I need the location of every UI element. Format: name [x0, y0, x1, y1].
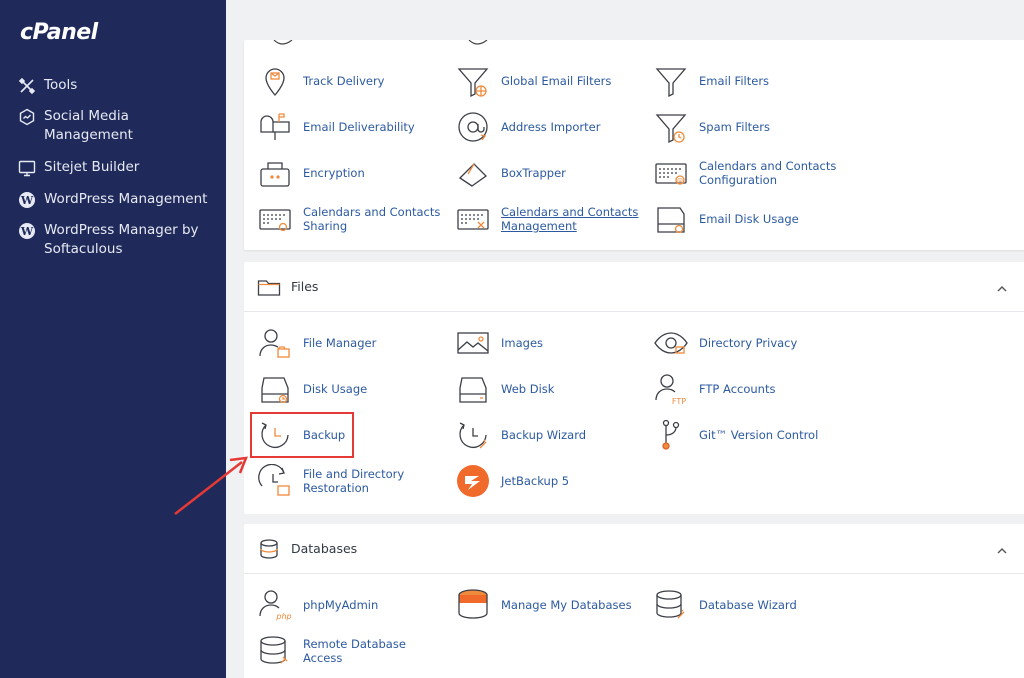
web-disk-icon: [455, 371, 491, 407]
sitejet-icon: [18, 159, 36, 177]
email-deliverability-button[interactable]: Email Deliverability: [257, 107, 443, 147]
email-disk-usage-icon: [653, 201, 689, 237]
sidebar-item-wordpress-softaculous[interactable]: W WordPress Manager by Softaculous: [18, 221, 218, 259]
global-filter-icon: [455, 63, 491, 99]
calendars-contacts-configuration-button[interactable]: @ Calendars and Contacts Configuration: [653, 153, 839, 193]
database-icon: [257, 538, 281, 560]
backup-wizard-icon: [455, 417, 491, 453]
files-panel: Files File Manager Images Directory Priv…: [244, 262, 1024, 514]
sidebar-item-sitejet[interactable]: Sitejet Builder: [18, 158, 218, 177]
boxtrapper-button[interactable]: BoxTrapper: [455, 153, 641, 193]
files-panel-header[interactable]: Files: [244, 262, 1024, 312]
sidebar-item-label: Sitejet Builder: [44, 159, 140, 175]
email-panel: Track Delivery Global Email Filters Emai…: [244, 40, 1024, 250]
calendar-sharing-icon: [257, 201, 293, 237]
directory-privacy-icon: [653, 325, 689, 361]
email-filters-button[interactable]: Email Filters: [653, 61, 839, 101]
calendar-management-icon: [455, 201, 491, 237]
social-media-icon: [18, 108, 36, 126]
backup-icon: [257, 417, 293, 453]
manage-my-databases-button[interactable]: Manage My Databases: [455, 585, 641, 625]
images-button[interactable]: Images: [455, 323, 641, 363]
address-importer-button[interactable]: Address Importer: [455, 107, 641, 147]
sidebar-item-label: Social Media Management: [44, 108, 133, 143]
cut-off-icon: [468, 40, 488, 45]
address-importer-icon: [455, 109, 491, 145]
file-manager-button[interactable]: File Manager: [257, 323, 443, 363]
track-delivery-icon: [257, 63, 293, 99]
manage-databases-icon: [455, 587, 491, 623]
wordpress-icon: W: [18, 191, 36, 209]
sidebar-item-wordpress-management[interactable]: W WordPress Management: [18, 190, 218, 209]
directory-privacy-button[interactable]: Directory Privacy: [653, 323, 839, 363]
email-disk-usage-button[interactable]: Email Disk Usage: [653, 199, 839, 239]
calendars-contacts-sharing-button[interactable]: Calendars and Contacts Sharing: [257, 199, 443, 239]
boxtrapper-icon: [455, 155, 491, 191]
jetbackup-icon: [455, 463, 491, 499]
web-disk-button[interactable]: Web Disk: [455, 369, 641, 409]
databases-panel: Databases php phpMyAdmin Manage My Datab…: [244, 524, 1024, 678]
databases-panel-header[interactable]: Databases: [244, 524, 1024, 574]
svg-text:@: @: [677, 178, 683, 185]
files-panel-title: Files: [291, 279, 319, 294]
remote-database-icon: [257, 633, 293, 669]
images-icon: [455, 325, 491, 361]
jetbackup-button[interactable]: JetBackup 5: [455, 461, 641, 501]
mailbox-icon: [257, 109, 293, 145]
track-delivery-button[interactable]: Track Delivery: [257, 61, 443, 101]
sidebar-item-social-media[interactable]: Social Media Management: [18, 107, 218, 145]
spam-filters-button[interactable]: Spam Filters: [653, 107, 839, 147]
database-wizard-icon: [653, 587, 689, 623]
restoration-icon: [257, 463, 293, 499]
sidebar-item-tools[interactable]: Tools: [18, 76, 218, 95]
calendar-config-icon: @: [653, 155, 689, 191]
chevron-up-icon[interactable]: [996, 280, 1008, 292]
phpmyadmin-button[interactable]: php phpMyAdmin: [257, 585, 443, 625]
folder-icon: [257, 276, 281, 298]
phpmyadmin-icon: php: [257, 587, 293, 623]
tools-icon: [18, 77, 36, 95]
global-email-filters-button[interactable]: Global Email Filters: [455, 61, 641, 101]
chevron-up-icon[interactable]: [996, 542, 1008, 554]
backup-wizard-button[interactable]: Backup Wizard: [455, 415, 641, 455]
svg-text:FTP: FTP: [672, 397, 686, 406]
file-directory-restoration-button[interactable]: File and Directory Restoration: [257, 461, 443, 501]
wordpress-icon: W: [18, 222, 36, 240]
git-version-control-button[interactable]: Git™ Version Control: [653, 415, 839, 455]
sidebar-item-label: WordPress Manager by Softaculous: [44, 222, 199, 257]
calendars-contacts-management-button[interactable]: Calendars and Contacts Management: [455, 199, 641, 239]
sidebar-item-label: WordPress Management: [44, 191, 208, 207]
ftp-accounts-icon: FTP: [653, 371, 689, 407]
databases-panel-title: Databases: [291, 541, 358, 556]
disk-usage-button[interactable]: Disk Usage: [257, 369, 443, 409]
remote-database-access-button[interactable]: Remote Database Access: [257, 631, 443, 671]
ftp-accounts-button[interactable]: FTP FTP Accounts: [653, 369, 839, 409]
backup-button[interactable]: Backup: [257, 415, 443, 455]
svg-text:php: php: [275, 612, 291, 621]
file-manager-icon: [257, 325, 293, 361]
encryption-icon: [257, 155, 293, 191]
sidebar-item-label: Tools: [44, 77, 78, 93]
disk-usage-icon: [257, 371, 293, 407]
svg-text:W: W: [20, 225, 34, 238]
cpanel-logo[interactable]: cPanel: [20, 20, 98, 45]
svg-text:W: W: [20, 194, 34, 207]
cut-off-icon: [273, 40, 293, 45]
filter-icon: [653, 63, 689, 99]
encryption-button[interactable]: Encryption: [257, 153, 443, 193]
spam-filter-icon: [653, 109, 689, 145]
git-icon: [653, 417, 689, 453]
sidebar: cPanel Tools Social Media Management Sit…: [0, 0, 226, 678]
database-wizard-button[interactable]: Database Wizard: [653, 585, 839, 625]
